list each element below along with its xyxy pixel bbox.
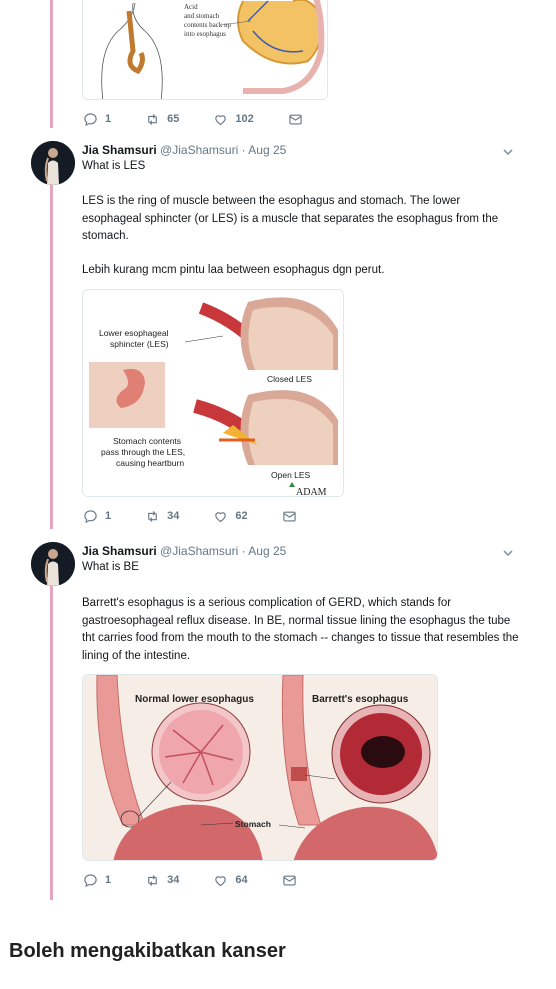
image-label: and stomach <box>184 12 220 20</box>
retweet-icon <box>148 874 157 886</box>
thread-line <box>50 584 53 900</box>
retweet-count: 34 <box>167 874 180 886</box>
reflux-illustration: contracted Acid and stomach contents bac… <box>83 0 327 99</box>
tweet-date[interactable]: · Aug 25 <box>242 544 287 558</box>
like-count: 64 <box>235 874 248 886</box>
heart-icon <box>215 114 227 125</box>
avatar[interactable] <box>31 542 75 586</box>
reply-button[interactable]: 1 <box>83 873 111 888</box>
retweet-button[interactable]: 34 <box>145 509 179 524</box>
like-button[interactable]: 62 <box>213 509 248 524</box>
image-label: Closed LES <box>267 374 312 384</box>
image-label: Lower esophageal <box>99 328 169 338</box>
reply-count: 1 <box>105 874 112 886</box>
message-button[interactable] <box>282 873 297 888</box>
image-label: sphincter (LES) <box>110 339 169 349</box>
tweet-title: What is BE <box>82 561 139 573</box>
barrett-illustration: Normal lower esophagus Barrett's esophag… <box>83 675 437 860</box>
retweet-count: 65 <box>167 113 180 125</box>
envelope-icon <box>289 114 302 124</box>
like-button[interactable]: 102 <box>213 112 254 127</box>
like-button[interactable]: 64 <box>213 873 248 888</box>
image-label: Open LES <box>271 470 311 480</box>
envelope-icon <box>282 875 296 885</box>
retweet-count: 34 <box>167 510 180 522</box>
tweet-text: Lebih kurang mcm pintu laa between esoph… <box>82 264 385 276</box>
reply-button[interactable]: 1 <box>83 509 111 524</box>
adam-logo: ADAM <box>296 487 327 497</box>
image-label: Stomach <box>235 819 271 829</box>
avatar-image <box>31 141 75 185</box>
retweet-icon <box>148 113 157 125</box>
reply-count: 1 <box>105 510 112 522</box>
tweet-actions: 1 34 62 <box>83 507 331 525</box>
image-label: Normal lower esophagus <box>135 694 254 705</box>
tweet-header: Jia Shamsuri @JiaShamsuri · Aug 25 <box>82 544 286 558</box>
thread-line <box>50 0 53 128</box>
retweet-icon <box>148 510 157 522</box>
tweet-image-barrett[interactable]: Normal lower esophagus Barrett's esophag… <box>82 674 438 861</box>
tweet-actions: 1 34 64 <box>83 871 331 889</box>
author-handle[interactable]: @JiaShamsuri <box>160 544 238 558</box>
image-label: contents back up <box>184 21 232 29</box>
heart-icon <box>215 511 227 522</box>
envelope-icon <box>282 511 296 521</box>
tweet-text: Barrett's esophagus is a serious complic… <box>82 597 519 662</box>
chevron-down-icon[interactable] <box>502 146 514 158</box>
message-button[interactable] <box>288 112 303 127</box>
author-name[interactable]: Jia Shamsuri <box>82 544 157 558</box>
image-label: Stomach contents <box>113 436 181 446</box>
avatar[interactable] <box>31 141 75 185</box>
thread-line <box>50 183 53 529</box>
image-label: causing heartburn <box>116 458 184 468</box>
avatar-image <box>31 542 75 586</box>
retweet-button[interactable]: 65 <box>145 112 179 127</box>
tweet-title: What is LES <box>82 160 146 172</box>
reply-icon <box>84 112 97 126</box>
tweet-image-les[interactable]: Lower esophageal sphincter (LES) Closed … <box>82 289 344 497</box>
image-label: into esophagus <box>184 30 226 38</box>
like-count: 102 <box>235 113 254 125</box>
message-button[interactable] <box>282 509 297 524</box>
tweet-header: Jia Shamsuri @JiaShamsuri · Aug 25 <box>82 143 286 157</box>
les-illustration: Lower esophageal sphincter (LES) Closed … <box>83 290 343 497</box>
tweet-date[interactable]: · Aug 25 <box>242 143 287 157</box>
tweet-actions: 1 65 102 <box>83 110 337 128</box>
section-heading: Boleh mengakibatkan kanser <box>9 940 286 962</box>
tweet-text: LES is the ring of muscle between the es… <box>82 195 499 242</box>
tweet-image-reflux[interactable]: contracted Acid and stomach contents bac… <box>82 0 328 100</box>
reply-icon <box>84 873 97 887</box>
reply-button[interactable]: 1 <box>83 112 111 127</box>
chevron-down-icon[interactable] <box>502 547 514 559</box>
like-count: 62 <box>235 510 248 522</box>
author-handle[interactable]: @JiaShamsuri <box>160 143 238 157</box>
retweet-button[interactable]: 34 <box>145 873 179 888</box>
heart-icon <box>215 875 227 886</box>
author-name[interactable]: Jia Shamsuri <box>82 143 157 157</box>
image-label: Barrett's esophagus <box>312 694 409 705</box>
image-label: Acid <box>184 3 198 11</box>
image-label: pass through the LES, <box>101 447 185 457</box>
reply-icon <box>84 509 97 523</box>
reply-count: 1 <box>105 113 112 125</box>
